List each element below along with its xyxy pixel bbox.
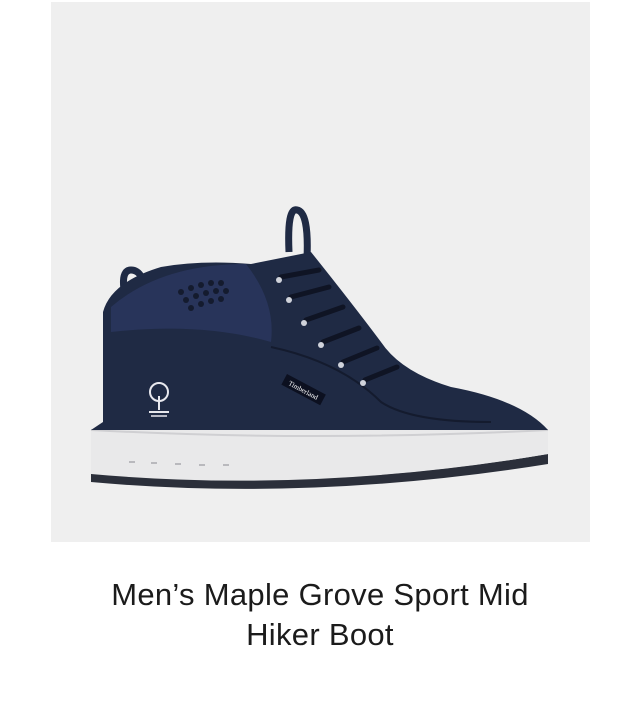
- product-image[interactable]: Timberland: [51, 2, 590, 542]
- product-title[interactable]: Men’s Maple Grove Sport Mid Hiker Boot: [20, 575, 620, 655]
- product-card[interactable]: Timberland Men’s Maple Grove Sport Mid H…: [0, 0, 640, 722]
- product-title-line1: Men’s Maple Grove Sport Mid: [111, 577, 529, 612]
- tongue-loop: [285, 206, 311, 259]
- product-title-line2: Hiker Boot: [246, 617, 394, 652]
- shoe-icon: Timberland: [90, 206, 549, 489]
